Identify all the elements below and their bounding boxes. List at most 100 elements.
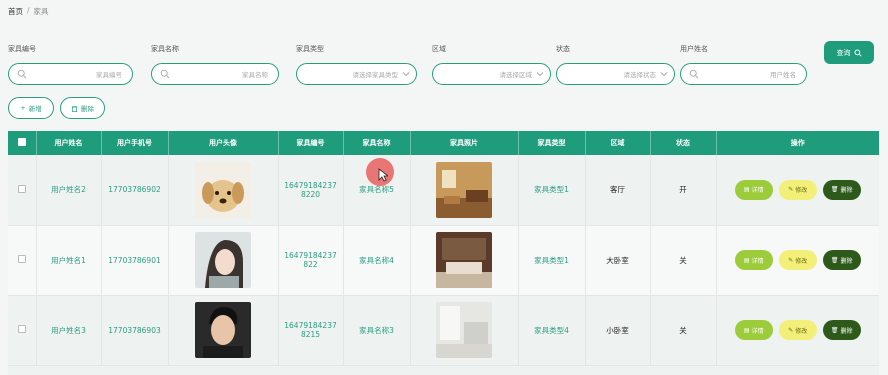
edit-icon: ✎ (788, 256, 794, 264)
column-header[interactable]: 用户头像 (168, 131, 279, 155)
remove-button[interactable]: 🗑 删除 (822, 179, 861, 200)
detail-label: 详情 (751, 257, 764, 265)
column-header[interactable]: 用户手机号 (101, 131, 169, 155)
cell-area: 客厅 (585, 155, 651, 226)
remove-button[interactable]: 🗑 删除 (822, 320, 861, 340)
filter-label: 家具编号 (8, 45, 36, 53)
edit-button[interactable]: ✎ 修改 (778, 179, 817, 200)
edit-button[interactable]: ✎ 修改 (778, 320, 817, 340)
column-header[interactable]: 区域 (585, 131, 651, 155)
furniture-type-select[interactable]: 请选择家具类型 (296, 63, 417, 85)
filter-label: 用户姓名 (680, 45, 708, 53)
column-header[interactable]: 家具编号 (278, 131, 344, 155)
column-header: 操作 (790, 139, 805, 147)
furniture-no-line: 16479184237 (284, 180, 337, 190)
furniture-photo[interactable] (436, 302, 492, 358)
cell-status: 关 (650, 225, 717, 296)
column-header[interactable]: 家具类型 (518, 131, 586, 155)
cell-furniture-no: 16479184237 8215 (278, 295, 344, 366)
column-header[interactable]: 用户姓名 (36, 131, 102, 155)
table-row: 用户姓名2 17703786902 16479184237 8220 家具名称5 … (8, 155, 879, 226)
trash-icon: 🗑 (830, 186, 839, 194)
search-icon (160, 69, 170, 79)
cell-furniture-photo (410, 295, 519, 366)
remove-label: 删除 (840, 257, 853, 265)
column-header[interactable]: 家具照片 (410, 131, 519, 155)
avatar[interactable] (195, 302, 251, 358)
filter-label: 家具类型 (296, 45, 324, 53)
column-header[interactable]: 状态 (650, 131, 717, 155)
add-button-label: 新增 (28, 105, 42, 113)
breadcrumb-home[interactable]: 首页 (8, 6, 23, 17)
batch-delete-button[interactable]: 删除 (60, 97, 105, 119)
cell-avatar (168, 155, 279, 226)
row-checkbox[interactable] (8, 225, 37, 296)
cell-area: 小卧室 (585, 295, 651, 366)
furniture-no-line: 16479184237 (284, 251, 337, 260)
cell-furniture-photo (410, 155, 519, 226)
cell-user-name: 用户姓名2 (36, 155, 102, 226)
column-header[interactable]: 家具名称 (343, 131, 411, 155)
search-button[interactable]: 查询 (824, 41, 874, 64)
breadcrumb: 首页 / 家具 (8, 6, 49, 17)
edit-button[interactable]: ✎ 修改 (778, 250, 817, 270)
detail-button[interactable]: ▤ 详情 (734, 179, 773, 200)
cell-actions: ▤ 详情 ✎ 修改 🗑 删除 (716, 225, 879, 296)
search-icon (17, 69, 27, 79)
cell-status: 关 (650, 295, 717, 366)
plus-icon: + (20, 104, 26, 112)
row-checkbox[interactable] (8, 155, 37, 226)
cell-actions: ▤ 详情 ✎ 修改 🗑 删除 (716, 295, 879, 366)
filter-label: 区域 (432, 45, 446, 53)
breadcrumb-current: 家具 (33, 7, 49, 16)
search-button-label: 查询 (836, 48, 851, 57)
table-row: 用户姓名1 17703786901 16479184237 822 家具名称4 家… (8, 225, 879, 296)
edit-icon: ✎ (788, 326, 794, 334)
furniture-no-input[interactable]: 家具编号 (8, 63, 133, 85)
cell-phone: 17703786902 (101, 155, 169, 226)
avatar[interactable] (195, 161, 251, 218)
input-placeholder: 家具名称 (242, 71, 268, 79)
user-name-input[interactable]: 用户姓名 (680, 63, 807, 85)
furniture-photo[interactable] (436, 232, 492, 288)
select-placeholder: 请选择家具类型 (352, 71, 399, 79)
delete-button-label: 删除 (81, 105, 94, 113)
filter-label: 家具名称 (151, 45, 179, 53)
detail-icon: ▤ (743, 326, 750, 334)
detail-button[interactable]: ▤ 详情 (734, 250, 773, 270)
row-checkbox[interactable] (8, 295, 37, 366)
cell-furniture-name: 家具名称4 (343, 225, 411, 296)
avatar[interactable] (195, 232, 251, 288)
add-button[interactable]: + 新增 (8, 97, 54, 119)
cell-user-name: 用户姓名3 (36, 295, 102, 366)
furniture-name-input[interactable]: 家具名称 (151, 63, 279, 85)
table-header-row: 用户姓名 用户手机号 用户头像 家具编号 家具名称 家具照片 家具类型 区域 状… (8, 131, 879, 155)
chevron-down-icon (660, 72, 668, 77)
cell-type: 家具类型4 (518, 295, 586, 366)
edit-icon: ✎ (788, 186, 794, 194)
cell-phone: 17703786901 (101, 225, 169, 296)
remove-button[interactable]: 🗑 删除 (822, 250, 861, 270)
edit-label: 修改 (795, 327, 808, 335)
furniture-table: 用户姓名 用户手机号 用户头像 家具编号 家具名称 家具照片 家具类型 区域 状… (8, 131, 879, 366)
chevron-down-icon (536, 72, 544, 77)
furniture-photo[interactable] (436, 161, 492, 218)
cell-avatar (168, 225, 279, 296)
cell-type: 家具类型1 (518, 225, 586, 296)
furniture-no-line: 8215 (300, 330, 321, 339)
select-placeholder: 请选择状态 (623, 71, 657, 79)
detail-icon: ▤ (743, 256, 750, 264)
detail-label: 详情 (751, 187, 764, 195)
detail-button[interactable]: ▤ 详情 (734, 320, 773, 340)
breadcrumb-separator: / (27, 6, 30, 15)
cell-status: 开 (650, 155, 717, 226)
remove-label: 删除 (840, 187, 853, 195)
status-select[interactable]: 请选择状态 (556, 63, 675, 85)
cell-area: 大卧室 (585, 225, 651, 296)
select-all-checkbox[interactable] (8, 131, 37, 155)
cell-type: 家具类型1 (518, 155, 586, 226)
area-select[interactable]: 请选择区域 (432, 63, 551, 85)
chevron-down-icon (402, 72, 410, 77)
select-placeholder: 请选择区域 (499, 71, 533, 79)
furniture-no-line: 16479184237 (284, 321, 337, 330)
